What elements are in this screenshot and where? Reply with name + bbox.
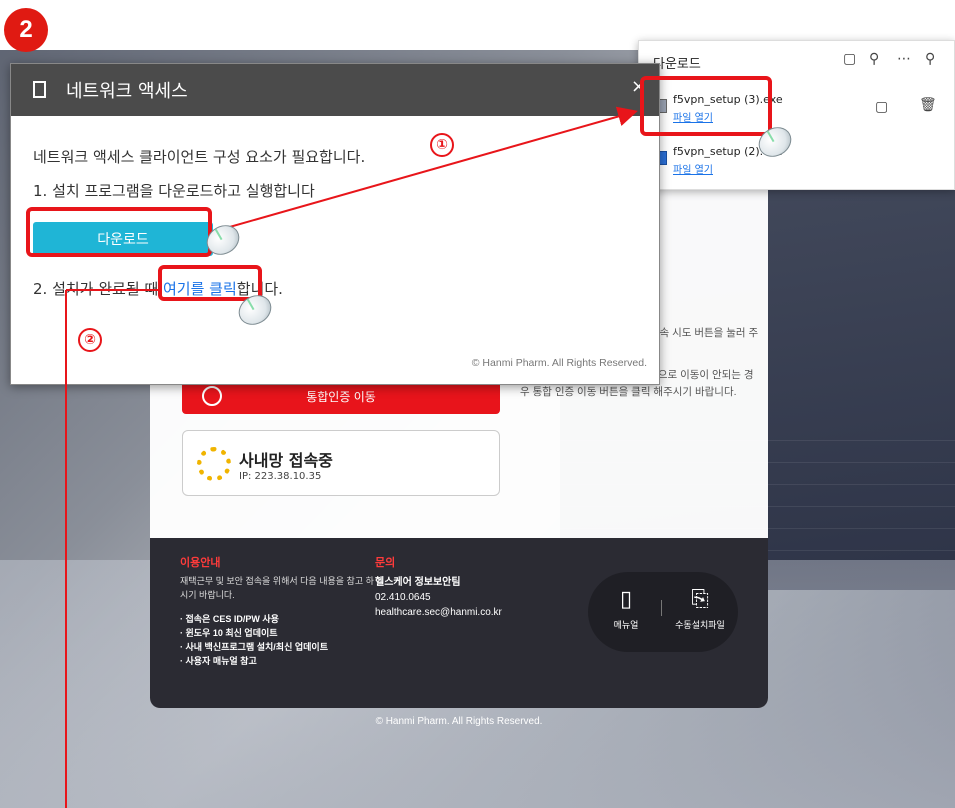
open-file-link[interactable]: 파일 열기	[673, 161, 713, 176]
install-file-label: 수동설치파일	[675, 621, 725, 631]
usage-desc: 재택근무 및 보안 접속을 위해서 다음 내용을 참고 하시기 바랍니다.	[180, 576, 374, 600]
folder-icon[interactable]: ▢	[843, 51, 856, 67]
downloads-title: 다운로드	[653, 57, 701, 72]
shortcut-divider	[661, 600, 662, 616]
auth-redirect-label: 통합인증 이동	[306, 389, 376, 404]
show-in-folder-icon[interactable]: ▢	[875, 99, 888, 115]
dialog-copyright: © Hanmi Pharm. All Rights Reserved.	[471, 357, 647, 369]
dialog-step1-text: 1. 설치 프로그램을 다운로드하고 실행합니다	[33, 182, 315, 200]
usage-item: · 사용자 매뉴얼 참고	[180, 656, 257, 666]
status-title: 사내망 접속중	[239, 451, 333, 470]
download-item-highlight	[640, 76, 772, 136]
contact-phone: 02.410.0645	[375, 592, 431, 603]
search-icon[interactable]: ⚲	[869, 51, 879, 67]
status-ip: IP: 223.38.10.35	[239, 471, 322, 482]
usage-item: · 사내 백신프로그램 설치/최신 업데이트	[180, 642, 328, 652]
connection-status-box: 사내망 접속중 IP: 223.38.10.35	[182, 430, 500, 496]
dialog-header: 네트워크 액세스 ×	[11, 64, 659, 116]
contact-team: 헬스케어 정보보안팀	[375, 577, 461, 588]
usage-item: · 윈도우 10 최신 업데이트	[180, 628, 278, 638]
step2-prefix: 2. 설치가 완료될 때	[33, 280, 163, 298]
contact-email: healthcare.sec@hanmi.co.kr	[375, 607, 502, 618]
dialog-title: 네트워크 액세스	[66, 81, 188, 102]
annotation-number-1: ①	[430, 133, 454, 157]
install-file-button[interactable]: ⎘ 수동설치파일	[670, 586, 730, 631]
spinner-icon	[197, 447, 231, 481]
usage-title: 이용안내	[180, 557, 221, 569]
usage-item: · 접속은 CES ID/PW 사용	[180, 614, 279, 624]
logout-link[interactable]: LOGOUT	[700, 178, 738, 188]
manual-button[interactable]: ▯ 메뉴얼	[596, 586, 656, 631]
annotation-number-2: ②	[78, 328, 102, 352]
pin-icon[interactable]: ⚲	[925, 51, 935, 67]
contact-info: 문의 헬스케어 정보보안팀 02.410.0645 healthcare.sec…	[375, 556, 575, 620]
footer-shortcuts: ▯ 메뉴얼 ⎘ 수동설치파일	[588, 572, 738, 652]
lock-icon	[202, 386, 222, 406]
dialog-intro-text: 네트워크 액세스 클라이언트 구성 요소가 필요합니다.	[33, 148, 366, 166]
book-icon: ▯	[619, 587, 633, 612]
usage-info: 이용안내 재택근무 및 보안 접속을 위해서 다음 내용을 참고 하시기 바랍니…	[180, 556, 380, 668]
window-icon	[33, 81, 46, 98]
step-number-badge: 2	[4, 8, 48, 52]
delete-icon[interactable]: 🗑	[919, 97, 937, 113]
manual-label: 메뉴얼	[613, 621, 639, 631]
file-icon: ⎘	[691, 587, 709, 612]
download-button-highlight	[26, 207, 212, 257]
click-here-highlight	[158, 265, 262, 301]
more-icon[interactable]: ⋯	[897, 51, 911, 67]
portal-copyright: © Hanmi Pharm. All Rights Reserved.	[375, 716, 543, 727]
contact-title: 문의	[375, 557, 396, 569]
